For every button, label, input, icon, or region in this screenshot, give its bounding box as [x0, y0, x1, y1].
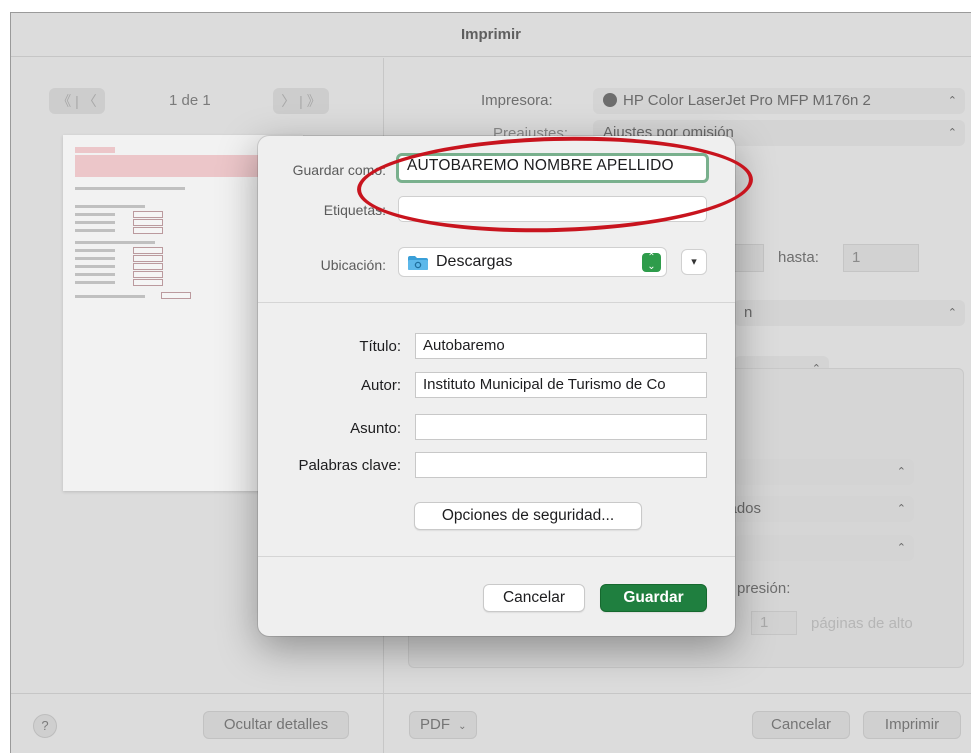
next-page-button[interactable]: 〉 | 》: [273, 88, 329, 114]
option-select-1[interactable]: n ⌃: [734, 300, 965, 326]
save-as-label: Guardar como:: [292, 162, 386, 178]
keywords-label: Palabras clave:: [298, 457, 401, 474]
range-from-field[interactable]: [734, 244, 764, 272]
hide-details-button[interactable]: Ocultar detalles: [203, 711, 349, 739]
print-dialog-title: Imprimir: [11, 13, 971, 57]
location-value: Descargas: [436, 253, 513, 270]
keywords-input[interactable]: [415, 452, 707, 478]
divider: [258, 556, 735, 557]
printer-select[interactable]: HP Color LaserJet Pro MFP M176n 2 ⌃: [593, 88, 965, 114]
save-pdf-sheet: Guardar como: AUTOBAREMO NOMBRE APELLIDO…: [258, 136, 735, 636]
subject-input[interactable]: [415, 414, 707, 440]
print-dialog-footer: ? Ocultar detalles PDF ⌄ Cancelar Imprim…: [11, 693, 971, 753]
stepper-icon: ⌃: [896, 503, 906, 515]
page-indicator: 1 de 1: [169, 92, 211, 109]
option-select-1-value: n: [744, 304, 753, 321]
stepper-icon: ⌃: [947, 95, 957, 107]
folder-icon: [408, 256, 428, 270]
pages-field[interactable]: 1: [751, 611, 797, 635]
printer-value: HP Color LaserJet Pro MFP M176n 2: [623, 92, 871, 109]
stepper-icon: ⌃: [947, 127, 957, 139]
security-options-button[interactable]: Opciones de seguridad...: [414, 502, 642, 530]
printer-icon: [603, 93, 617, 107]
cancel-button[interactable]: Cancelar: [483, 584, 585, 612]
stepper-icon: ⌃ ⌄: [642, 253, 661, 272]
expand-browser-button[interactable]: ▾: [681, 249, 707, 275]
range-to-label: hasta:: [778, 249, 819, 266]
tags-label: Etiquetas:: [323, 202, 386, 218]
option-select-3[interactable]: ⌃: [734, 459, 914, 485]
cancel-print-button[interactable]: Cancelar: [752, 711, 850, 739]
divider: [258, 302, 735, 303]
author-input[interactable]: Instituto Municipal de Turismo de Co: [415, 372, 707, 398]
author-label: Autor:: [360, 377, 401, 394]
save-as-input[interactable]: AUTOBAREMO NOMBRE APELLIDO: [396, 153, 709, 183]
range-to-field[interactable]: 1: [843, 244, 919, 272]
chevron-down-icon: ▾: [691, 256, 697, 268]
tags-input[interactable]: [398, 196, 707, 222]
stepper-icon: ⌃: [896, 466, 906, 478]
prev-page-button[interactable]: 《 | 〈: [49, 88, 105, 114]
subject-label: Asunto:: [350, 420, 401, 437]
pdf-label: PDF: [420, 716, 450, 733]
stepper-icon: ⌃: [947, 307, 957, 319]
chevron-down-icon: ⌄: [458, 721, 467, 732]
pdf-menu-button[interactable]: PDF ⌄: [409, 711, 477, 739]
title-label: Título:: [359, 338, 401, 355]
option-select-4[interactable]: zados ⌃: [711, 496, 914, 522]
help-icon[interactable]: ?: [33, 714, 57, 738]
option-select-5[interactable]: ⌃: [734, 535, 914, 561]
print-button[interactable]: Imprimir: [863, 711, 961, 739]
save-button[interactable]: Guardar: [600, 584, 707, 612]
location-label: Ubicación:: [320, 257, 386, 273]
print-partial-label: presión:: [737, 580, 791, 597]
location-select[interactable]: Descargas ⌃ ⌄: [398, 247, 667, 277]
pages-high-label: páginas de alto: [811, 615, 913, 632]
stepper-icon: ⌃: [896, 542, 906, 554]
printer-label: Impresora:: [481, 92, 553, 109]
title-input[interactable]: Autobaremo: [415, 333, 707, 359]
